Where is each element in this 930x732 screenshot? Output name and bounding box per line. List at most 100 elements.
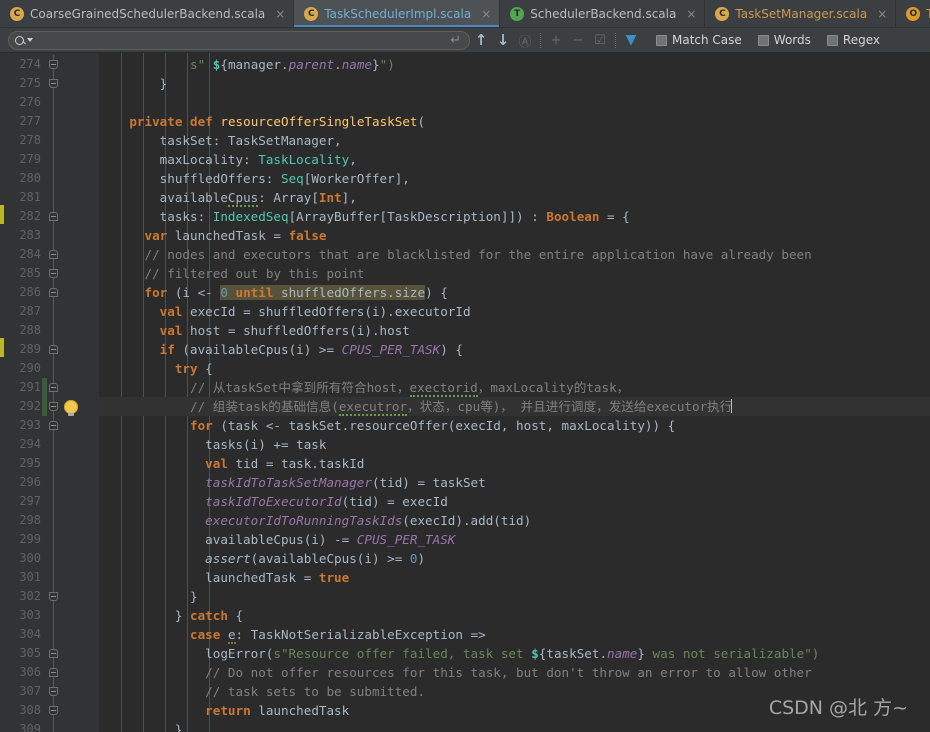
code-fold-toggle[interactable] [48,283,59,302]
code-line[interactable]: executorIdToRunningTaskIds(execId).add(t… [99,511,930,530]
code-line[interactable]: tasks(i) += task [99,435,930,454]
tab-task-scheduler-impl[interactable]: C TaskSchedulerImpl.scala × [294,0,501,27]
code-line[interactable]: var launchedTask = false [99,226,930,245]
code-line[interactable]: logError(s"Resource offer failed, task s… [99,644,930,663]
code-line[interactable]: for (task <- taskSet.resourceOffer(execI… [99,416,930,435]
add-selection-icon[interactable]: + [545,30,567,51]
code-line[interactable]: launchedTask = true [99,568,930,587]
code-line[interactable]: } [99,720,930,732]
code-line[interactable]: availableCpus: Array[Int], [99,188,930,207]
code-fold-toggle[interactable] [48,340,59,359]
code-line[interactable]: // task sets to be submitted. [99,682,930,701]
select-all-occurrences-icon[interactable]: Ⓐ [514,30,536,51]
code-line[interactable]: taskIdToExecutorId(tid) = execId [99,492,930,511]
find-next-icon[interactable]: ↓ [492,30,514,51]
code-line[interactable]: } catch { [99,606,930,625]
code-fold-toggle[interactable] [48,264,59,283]
search-input[interactable] [33,33,451,47]
line-number: 298 [19,513,41,527]
code-fold-toggle[interactable] [48,397,59,416]
line-number: 306 [19,665,41,679]
fold-box-icon [49,212,58,221]
vcs-change-bar[interactable] [42,378,47,397]
code-line[interactable]: // filtered out by this point [99,264,930,283]
code-line[interactable]: val host = shuffledOffers(i).host [99,321,930,340]
code-line[interactable]: tasks: IndexedSeq[ArrayBuffer[TaskDescri… [99,207,930,226]
search-field-wrapper[interactable]: ↵ [8,30,470,50]
code-line[interactable]: // Do not offer resources for this task,… [99,663,930,682]
code-line[interactable] [99,93,930,112]
code-fold-toggle[interactable] [48,55,59,74]
checkbox-box[interactable] [656,34,667,46]
fold-box-icon [49,269,58,278]
code-line[interactable]: if (availableCpus(i) >= CPUS_PER_TASK) { [99,340,930,359]
code-fold-toggle[interactable] [48,416,59,435]
tab-label: TaskLocality.scala [926,6,930,21]
code-line[interactable]: val execId = shuffledOffers(i).executorI… [99,302,930,321]
line-number: 286 [19,285,41,299]
line-number: 300 [19,551,41,565]
line-number: 308 [19,703,41,717]
tab-task-locality[interactable]: O TaskLocality.scala × [896,0,930,27]
code-line[interactable]: // 组装task的基础信息(executror，状态，cpu等)， 并且进行调… [99,397,930,416]
tab-scheduler-backend[interactable]: T SchedulerBackend.scala × [500,0,706,27]
checkbox-box[interactable] [757,34,769,46]
code-fold-toggle[interactable] [48,682,59,701]
code-line[interactable]: return launchedTask [99,701,930,720]
filter-icon[interactable]: ▼ [620,30,642,51]
line-number: 282 [19,209,41,223]
find-previous-icon[interactable]: ↑ [470,30,492,51]
code-surface[interactable]: s" ${manager.parent.name}") } private de… [99,53,930,732]
line-number: 309 [19,722,41,732]
words-checkbox[interactable]: Words [757,33,811,47]
code-fold-toggle[interactable] [48,74,59,93]
code-line[interactable]: val tid = task.taskId [99,454,930,473]
code-line[interactable]: taskSet: TaskSetManager, [99,131,930,150]
enter-icon[interactable]: ↵ [450,33,463,48]
code-fold-toggle[interactable] [48,245,59,264]
code-editor[interactable]: 274 275 276 277 278 279 280 281 282 283 284 285 286 2… [0,53,930,732]
select-all-matches-icon[interactable]: ☑ [589,30,611,51]
match-case-checkbox[interactable]: Match Case [656,33,742,47]
code-line[interactable]: private def resourceOfferSingleTaskSet( [99,112,930,131]
tab-coarse-grained-scheduler-backend[interactable]: C CoarseGrainedSchedulerBackend.scala × [0,0,295,27]
line-number: 303 [19,608,41,622]
scala-class-icon: C [715,6,730,21]
search-icon [15,35,24,45]
code-fold-toggle[interactable] [48,378,59,397]
code-fold-toggle[interactable] [48,701,59,720]
code-line[interactable]: maxLocality: TaskLocality, [99,150,930,169]
remove-selection-icon[interactable]: − [567,30,589,51]
code-fold-toggle[interactable] [48,587,59,606]
checkbox-box[interactable] [826,34,838,46]
scala-object-icon: O [906,6,921,21]
line-number: 296 [19,475,41,489]
code-line[interactable]: // 从taskSet中拿到所有符合host，exectorid，maxLoca… [99,378,930,397]
code-line[interactable]: } [99,587,930,606]
code-line[interactable]: assert(availableCpus(i) >= 0) [99,549,930,568]
code-line[interactable]: taskIdToTaskSetManager(tid) = taskSet [99,473,930,492]
code-line[interactable]: try { [99,359,930,378]
code-line[interactable]: case e: TaskNotSerializableException => [99,625,930,644]
regex-checkbox[interactable]: Regex [826,33,880,47]
tab-close-icon[interactable]: × [481,8,491,20]
tab-task-set-manager[interactable]: C TaskSetManager.scala × [705,0,897,27]
code-line[interactable]: } [99,74,930,93]
code-line[interactable]: availableCpus(i) -= CPUS_PER_TASK [99,530,930,549]
code-fold-toggle[interactable] [48,663,59,682]
code-line[interactable]: shuffledOffers: Seq[WorkerOffer], [99,169,930,188]
intention-bulb-icon[interactable] [64,400,78,416]
vcs-change-bar[interactable] [42,397,47,416]
code-line[interactable]: for (i <- 0 until shuffledOffers.size) { [99,283,930,302]
fold-box-icon [49,592,58,601]
line-number: 278 [19,133,41,147]
code-line[interactable]: // nodes and executors that are blacklis… [99,245,930,264]
tab-close-icon[interactable]: × [686,8,696,20]
tab-close-icon[interactable]: × [877,8,887,20]
code-line[interactable]: s" ${manager.parent.name}") [99,55,930,74]
tab-close-icon[interactable]: × [275,8,285,20]
editor-gutter[interactable]: 274 275 276 277 278 279 280 281 282 283 284 285 286 2… [4,53,99,732]
code-fold-toggle[interactable] [48,644,59,663]
fold-box-icon [49,288,58,297]
code-fold-toggle[interactable] [48,207,59,226]
